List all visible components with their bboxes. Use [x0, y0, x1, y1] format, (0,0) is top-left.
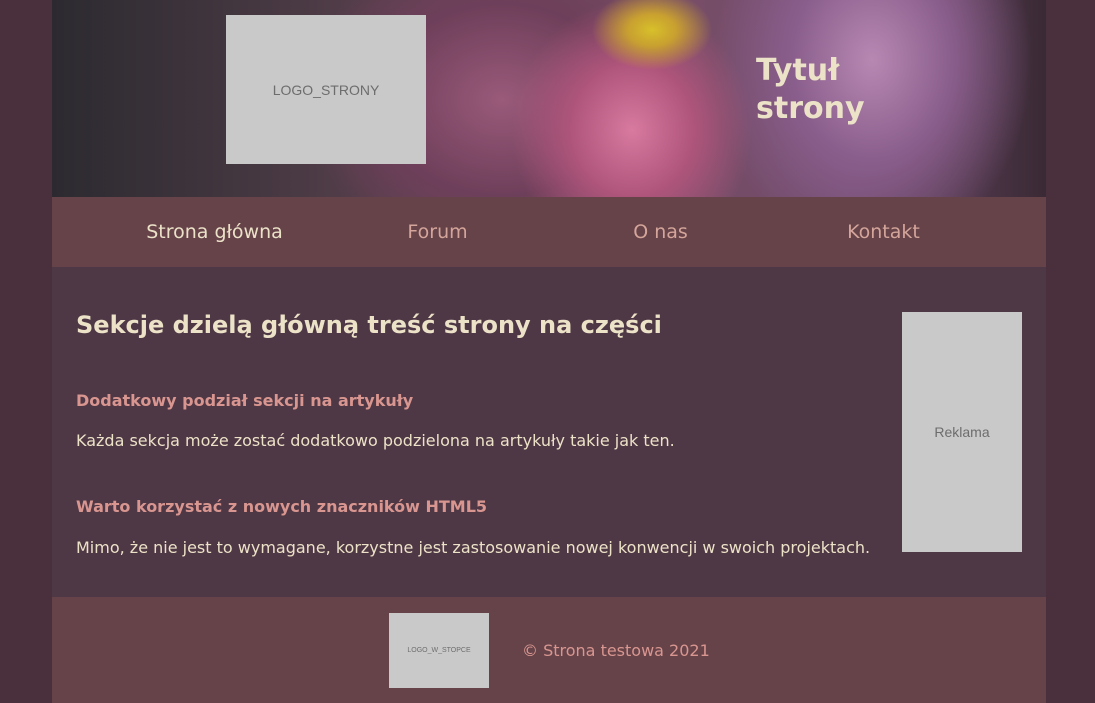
footer-logo: LOGO_W_STOPCE	[389, 613, 489, 688]
footer: LOGO_W_STOPCE © Strona testowa 2021	[52, 597, 1046, 703]
article-title: Warto korzystać z nowych znaczników HTML…	[76, 497, 488, 516]
article-text: Mimo, że nie jest to wymagane, korzystne…	[76, 538, 871, 557]
main-section: Sekcje dzielą główną treść strony na czę…	[52, 267, 1046, 597]
article-text: Każda sekcja może zostać dodatkowo podzi…	[76, 431, 675, 450]
copyright-text: © Strona testowa 2021	[522, 641, 710, 660]
advertisement-label: Reklama	[934, 424, 990, 440]
main-navigation: Strona główna Forum O nas Kontakt	[52, 197, 1046, 267]
section-title: Sekcje dzielą główną treść strony na czę…	[76, 311, 662, 339]
nav-item-contact[interactable]: Kontakt	[772, 197, 995, 267]
footer-logo-text: LOGO_W_STOPCE	[407, 647, 471, 654]
header-banner: LOGO_STRONY Tytuł strony	[52, 0, 1046, 197]
nav-item-home[interactable]: Strona główna	[103, 197, 326, 267]
advertisement-box[interactable]: Reklama	[902, 312, 1022, 552]
article-title: Dodatkowy podział sekcji na artykuły	[76, 391, 414, 410]
site-title: Tytuł strony	[756, 52, 916, 128]
site-logo-text: LOGO_STRONY	[272, 81, 380, 98]
nav-item-forum[interactable]: Forum	[326, 197, 549, 267]
page: LOGO_STRONY Tytuł strony Strona główna F…	[52, 0, 1046, 703]
site-logo[interactable]: LOGO_STRONY	[226, 15, 426, 164]
site-title-line-2: strony	[756, 91, 865, 126]
site-title-line-1: Tytuł	[756, 53, 840, 88]
nav-item-about[interactable]: O nas	[549, 197, 772, 267]
